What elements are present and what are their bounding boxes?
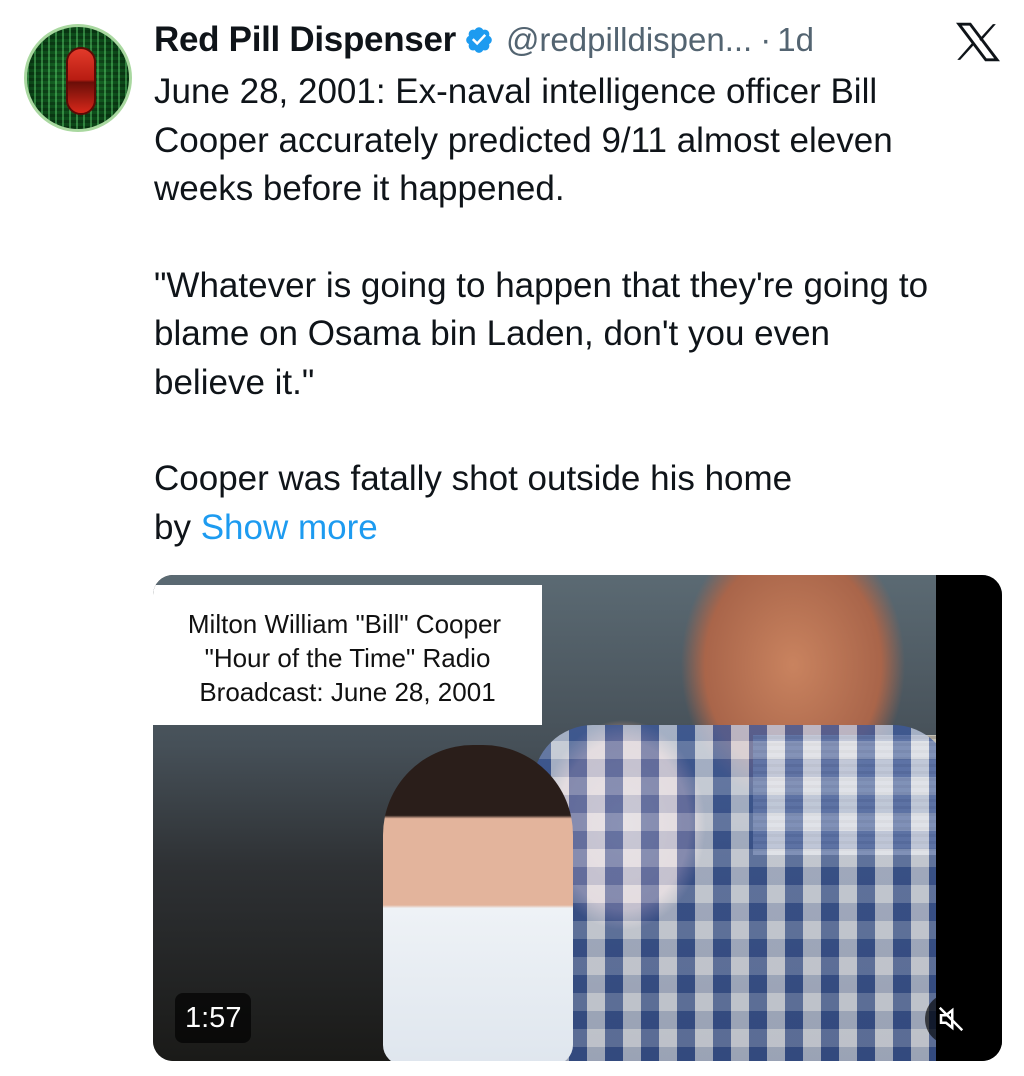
tweet-line: June 28, 2001: Ex-naval intelligence off… bbox=[154, 72, 878, 111]
video-frame-child bbox=[383, 745, 573, 1061]
caption-line: Broadcast: June 28, 2001 bbox=[199, 677, 496, 707]
video-duration: 1:57 bbox=[175, 993, 252, 1043]
tweet-timestamp[interactable]: 1d bbox=[777, 21, 814, 59]
meta-separator: · bbox=[760, 21, 772, 58]
tweet-last-line: by Show more bbox=[154, 504, 1014, 553]
author-handle[interactable]: @redpilldispen... bbox=[506, 21, 752, 59]
video-player[interactable]: Milton William "Bill" Cooper "Hour of th… bbox=[153, 575, 1002, 1061]
tweet-line: Cooper accurately predicted 9/11 almost … bbox=[154, 120, 893, 160]
caption-line: "Hour of the Time" Radio bbox=[204, 643, 491, 673]
tweet-text: June 28, 2001: Ex-naval intelligence off… bbox=[154, 68, 1014, 552]
x-logo-icon bbox=[956, 22, 1000, 62]
tweet-header: Red Pill Dispenser @redpilldispen... · 1… bbox=[154, 18, 814, 62]
tweet-line: believe it." bbox=[154, 362, 315, 402]
caption-line: Milton William "Bill" Cooper bbox=[187, 609, 502, 639]
mute-button[interactable] bbox=[925, 993, 977, 1045]
tweet-line: blame on Osama bin Laden, don't you even bbox=[154, 314, 831, 353]
tweet-line: "Whatever is going to happen that they'r… bbox=[154, 265, 929, 305]
tweet-line: Cooper was fatally shot outside his home bbox=[154, 459, 793, 498]
truncated-text: by bbox=[154, 507, 191, 547]
video-caption-box: Milton William "Bill" Cooper "Hour of th… bbox=[153, 585, 542, 725]
verified-badge-icon bbox=[466, 27, 492, 53]
show-more-link[interactable]: Show more bbox=[201, 508, 378, 547]
red-pill-icon bbox=[66, 47, 96, 115]
video-letterbox bbox=[936, 575, 1002, 1061]
author-name[interactable]: Red Pill Dispenser bbox=[154, 20, 456, 60]
author-avatar[interactable] bbox=[24, 24, 132, 132]
muted-speaker-icon bbox=[938, 1006, 964, 1032]
video-frame-person bbox=[533, 725, 953, 1061]
tweet-line: weeks before it happened. bbox=[154, 169, 565, 208]
